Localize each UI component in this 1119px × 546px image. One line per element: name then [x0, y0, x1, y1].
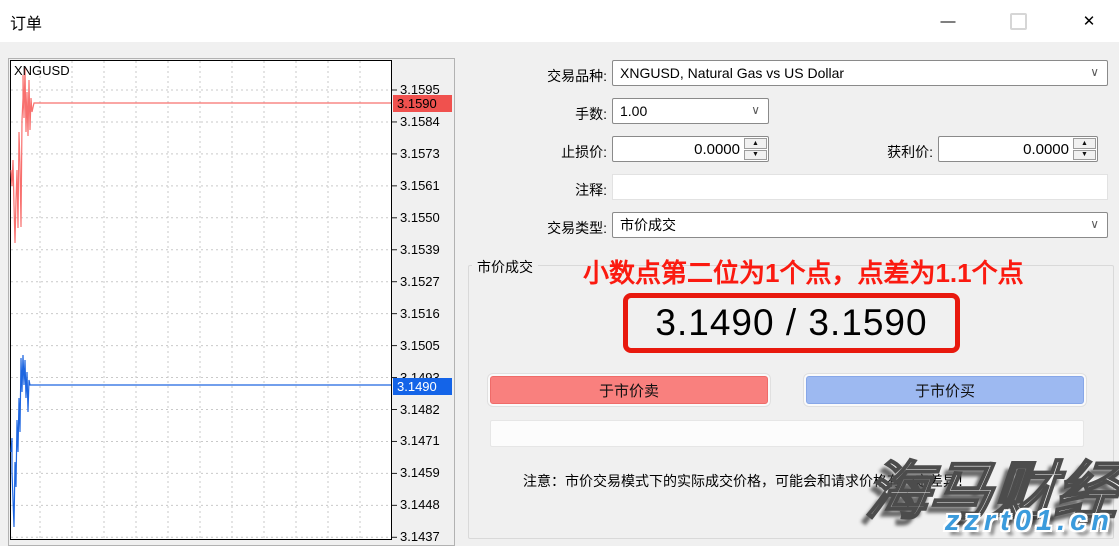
- spin-down-icon: ▼: [1081, 151, 1088, 158]
- take-profit-increment-button[interactable]: ▲: [1073, 138, 1096, 149]
- close-button[interactable]: ✕: [1066, 0, 1112, 42]
- axis-tick-label: 3.1482: [400, 402, 440, 417]
- volume-select-value: 1.00: [620, 103, 647, 119]
- axis-tick-label: 3.1459: [400, 465, 440, 480]
- market-execution-group-label: 市价成交: [472, 257, 538, 277]
- order-type-select-value: 市价成交: [620, 215, 676, 235]
- tick-chart: [8, 58, 455, 546]
- order-type-field-label: 交易类型:: [467, 218, 607, 238]
- stop-loss-decrement-button[interactable]: ▼: [744, 150, 767, 161]
- bid-ask-price-display: 3.1490 / 3.1590: [655, 302, 927, 344]
- ask-price-tag: 3.1590: [393, 95, 452, 112]
- axis-tick-label: 3.1539: [400, 242, 440, 257]
- maximize-button[interactable]: [995, 0, 1041, 42]
- stop-loss-input[interactable]: 0.0000 ▲ ▼: [612, 136, 769, 162]
- chevron-down-icon: ∨: [751, 103, 760, 117]
- take-profit-input[interactable]: 0.0000 ▲ ▼: [938, 136, 1098, 162]
- take-profit-spinner: ▲ ▼: [1073, 138, 1096, 160]
- window-title: 订单: [10, 10, 42, 34]
- stop-loss-spinner: ▲ ▼: [744, 138, 767, 160]
- minimize-icon: —: [941, 13, 956, 30]
- spin-down-icon: ▼: [752, 151, 759, 158]
- order-type-select[interactable]: 市价成交 ∨: [612, 212, 1108, 238]
- stop-loss-value: 0.0000: [694, 141, 740, 158]
- chart-symbol-label: XNGUSD: [14, 63, 70, 78]
- axis-tick-label: 3.1471: [400, 433, 440, 448]
- price-axis: 3.15953.15843.15733.15613.15503.15393.15…: [398, 58, 455, 546]
- maximize-icon: [1010, 13, 1027, 30]
- bid-price-tag: 3.1490: [393, 378, 452, 395]
- stop-loss-increment-button[interactable]: ▲: [744, 138, 767, 149]
- take-profit-value: 0.0000: [1023, 141, 1069, 158]
- watermark-site: zzrt01.cn: [945, 505, 1114, 538]
- axis-tick-label: 3.1584: [400, 114, 440, 129]
- comment-input[interactable]: [612, 174, 1108, 200]
- sell-by-market-button[interactable]: 于市价卖: [490, 376, 768, 404]
- axis-tick-label: 3.1573: [400, 146, 440, 161]
- volume-field-label: 手数:: [467, 104, 607, 124]
- spin-up-icon: ▲: [752, 140, 759, 147]
- axis-tick-label: 3.1550: [400, 210, 440, 225]
- axis-tick-label: 3.1527: [400, 274, 440, 289]
- take-profit-field-label: 获利价:: [793, 142, 933, 162]
- comment-field-label: 注释:: [467, 180, 607, 200]
- volume-select[interactable]: 1.00 ∨: [612, 98, 769, 124]
- axis-tick-label: 3.1516: [400, 306, 440, 321]
- chevron-down-icon: ∨: [1090, 217, 1099, 231]
- titlebar: 订单 — ✕: [0, 0, 1119, 42]
- buy-by-market-button[interactable]: 于市价买: [806, 376, 1084, 404]
- order-dialog: 订单 — ✕ XNGUSD 3.15953.15843.15733.15613.…: [0, 0, 1119, 546]
- minimize-button[interactable]: —: [925, 0, 971, 42]
- spread-annotation-text: 小数点第二位为1个点，点差为1.1个点: [583, 253, 1013, 290]
- chevron-down-icon: ∨: [1090, 65, 1099, 79]
- symbol-field-label: 交易品种:: [467, 66, 607, 86]
- spin-up-icon: ▲: [1081, 140, 1088, 147]
- stop-loss-field-label: 止损价:: [467, 142, 607, 162]
- symbol-select[interactable]: XNGUSD, Natural Gas vs US Dollar ∨: [612, 60, 1108, 86]
- axis-tick-label: 3.1448: [400, 497, 440, 512]
- axis-tick-label: 3.1437: [400, 529, 440, 544]
- price-annotation-box: 3.1490 / 3.1590: [623, 293, 960, 353]
- take-profit-decrement-button[interactable]: ▼: [1073, 150, 1096, 161]
- close-icon: ✕: [1083, 12, 1096, 30]
- symbol-select-value: XNGUSD, Natural Gas vs US Dollar: [620, 65, 844, 81]
- axis-tick-label: 3.1561: [400, 178, 440, 193]
- axis-tick-label: 3.1505: [400, 338, 440, 353]
